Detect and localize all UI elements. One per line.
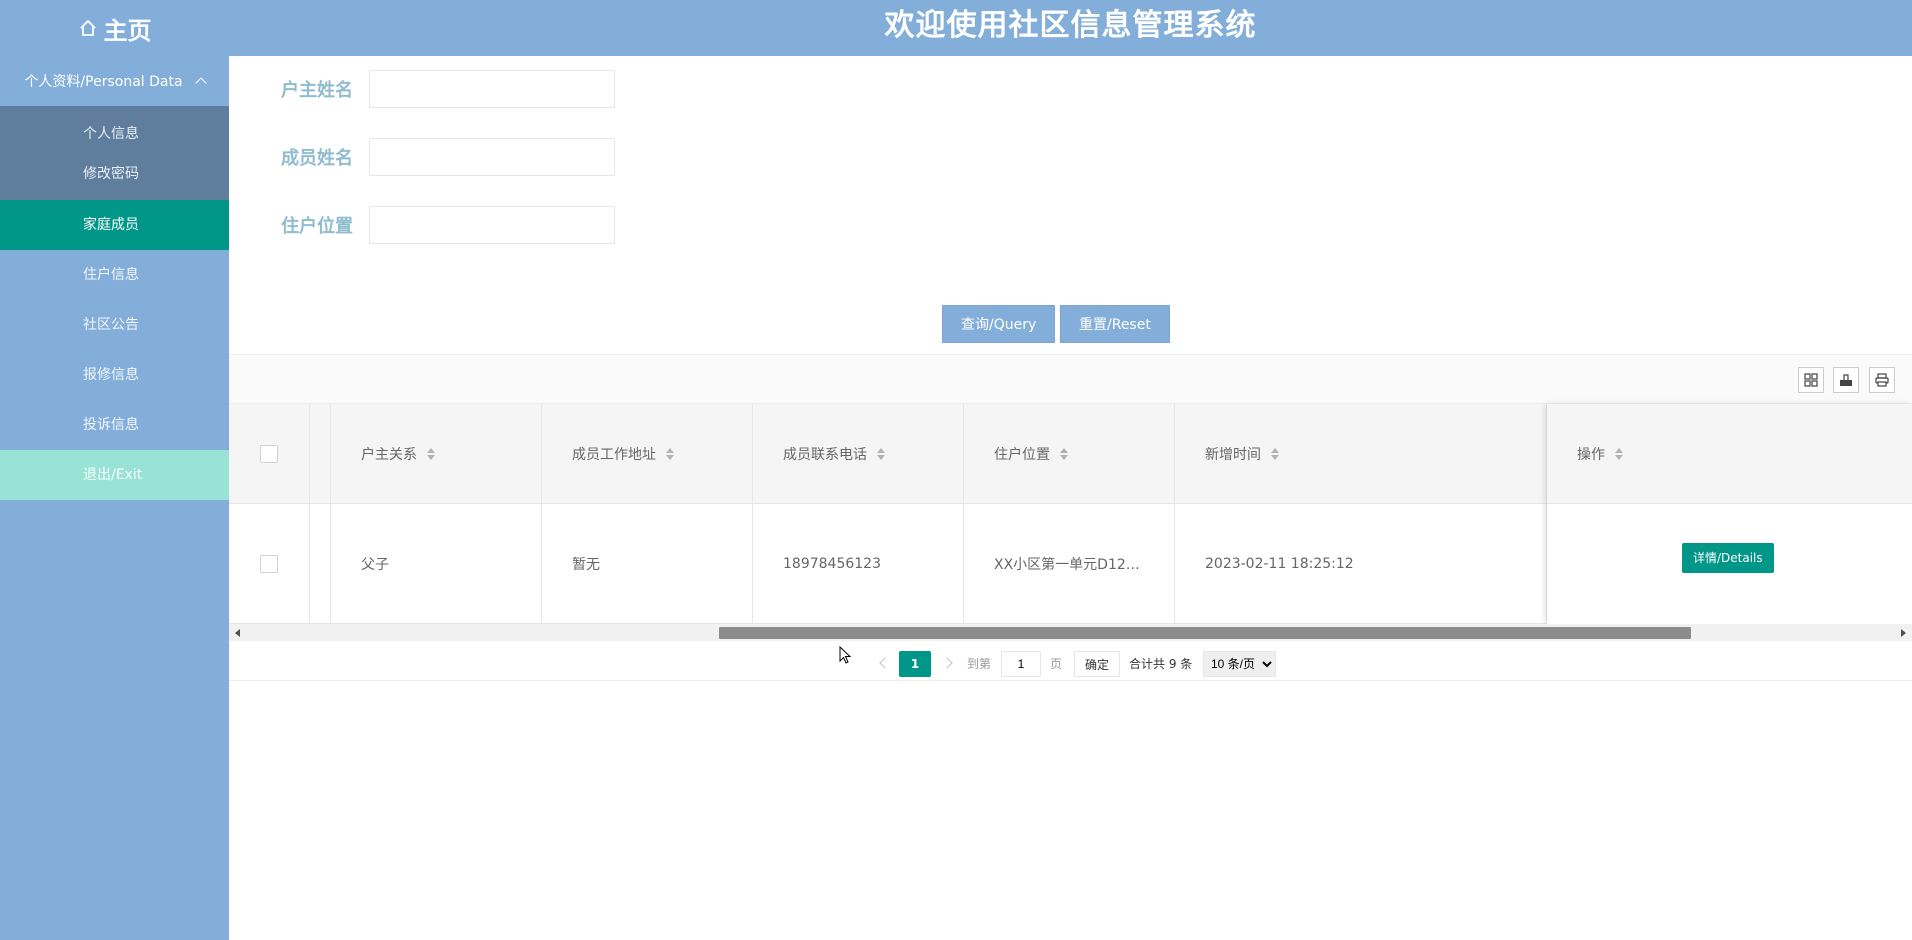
- sidebar-item-exit[interactable]: 退出/Exit: [0, 450, 229, 500]
- header-created[interactable]: 新增时间: [1175, 404, 1547, 503]
- member-name-label: 成员姓名: [281, 148, 353, 169]
- grid-icon: [1804, 373, 1818, 387]
- header-work-address[interactable]: 成员工作地址: [542, 404, 753, 503]
- header-checkbox-cell: [229, 404, 310, 503]
- sort-icon[interactable]: [1271, 447, 1279, 460]
- sidebar-subnav: 个人信息 修改密码: [0, 106, 229, 200]
- mouse-cursor-icon: [839, 646, 852, 664]
- sidebar-group-personal-data[interactable]: 个人资料/Personal Data: [0, 56, 229, 106]
- member-name-input[interactable]: [369, 138, 615, 176]
- search-row-owner-name: 户主姓名: [281, 70, 615, 108]
- header-action[interactable]: 操作: [1547, 404, 1912, 504]
- goto-confirm-button[interactable]: 确定: [1074, 651, 1121, 677]
- sidebar-item-complaints[interactable]: 投诉信息: [0, 400, 229, 450]
- total-count: 合计共 9 条: [1129, 657, 1193, 671]
- sort-icon[interactable]: [427, 447, 435, 460]
- header-phone[interactable]: 成员联系电话: [753, 404, 964, 503]
- row-checkbox[interactable]: [260, 554, 278, 573]
- page-1-button[interactable]: 1: [899, 651, 931, 677]
- scroll-right-icon[interactable]: [1901, 629, 1906, 637]
- sidebar-item-resident-info[interactable]: 住户信息: [0, 250, 229, 300]
- table-toolbar: [229, 354, 1912, 404]
- header-relation[interactable]: 户主关系: [331, 404, 542, 503]
- row-hidden-col: [310, 504, 331, 623]
- scroll-left-icon[interactable]: [235, 629, 240, 637]
- details-button[interactable]: 详情/Details: [1682, 543, 1774, 573]
- cell-relation: 父子: [331, 504, 542, 623]
- fixed-action-column: 操作 详情/Details: [1547, 404, 1912, 624]
- page-size-select[interactable]: 10 条/页: [1203, 651, 1276, 677]
- chevron-up-icon: [194, 77, 207, 89]
- header-action-label: 操作: [1577, 446, 1605, 463]
- sort-icon[interactable]: [877, 447, 885, 460]
- header-hidden-col: [310, 404, 331, 503]
- header-location-label: 住户位置: [994, 446, 1050, 463]
- pagination: 1 到第 页 确定 合计共 9 条 10 条/页: [229, 641, 1912, 681]
- header-phone-label: 成员联系电话: [783, 446, 867, 463]
- next-page-icon[interactable]: [941, 657, 953, 669]
- goto-suffix: 页: [1050, 657, 1063, 671]
- sidebar-item-repairs[interactable]: 报修信息: [0, 350, 229, 400]
- sort-icon[interactable]: [1615, 447, 1623, 460]
- print-icon: [1875, 373, 1889, 387]
- data-table: 户主关系 成员工作地址 成员联系电话 住户位置 新增时间 父子 暂无 18978…: [229, 404, 1912, 624]
- sidebar-item-announcements[interactable]: 社区公告: [0, 300, 229, 350]
- export-icon: [1840, 374, 1852, 386]
- home-label: 主页: [103, 16, 152, 45]
- owner-name-input[interactable]: [369, 70, 615, 108]
- goto-page-input[interactable]: [1001, 651, 1041, 677]
- columns-filter-button[interactable]: [1798, 367, 1824, 393]
- sidebar: 个人资料/Personal Data 个人信息 修改密码 家庭成员 住户信息 社…: [0, 56, 229, 940]
- search-row-location: 住户位置: [281, 206, 615, 244]
- sort-icon[interactable]: [1060, 447, 1068, 460]
- header-relation-label: 户主关系: [361, 446, 417, 463]
- horizontal-scrollbar[interactable]: [229, 624, 1912, 641]
- sidebar-item-change-password[interactable]: 修改密码: [0, 154, 229, 194]
- location-input[interactable]: [369, 206, 615, 244]
- sidebar-item-personal-info[interactable]: 个人信息: [0, 114, 229, 154]
- app-title: 欢迎使用社区信息管理系统: [884, 8, 1257, 43]
- prev-page-icon[interactable]: [879, 657, 891, 669]
- cell-phone: 18978456123: [753, 504, 964, 623]
- goto-prefix: 到第: [967, 657, 992, 671]
- select-all-checkbox[interactable]: [260, 444, 278, 463]
- home-link[interactable]: 主页: [0, 0, 229, 56]
- query-button[interactable]: 查询/Query: [942, 305, 1056, 343]
- header-work-address-label: 成员工作地址: [572, 446, 656, 463]
- location-label: 住户位置: [281, 216, 353, 237]
- header-bar: 主页 欢迎使用社区信息管理系统: [0, 0, 1912, 56]
- sidebar-group-label: 个人资料/Personal Data: [24, 74, 183, 90]
- owner-name-label: 户主姓名: [281, 80, 353, 101]
- cell-location: XX小区第一单元D12…: [964, 504, 1175, 623]
- cell-created: 2023-02-11 18:25:12: [1175, 504, 1547, 623]
- header-created-label: 新增时间: [1205, 446, 1261, 463]
- search-row-member-name: 成员姓名: [281, 138, 615, 176]
- reset-button[interactable]: 重置/Reset: [1060, 305, 1170, 343]
- home-icon: [79, 19, 96, 36]
- row-checkbox-cell: [229, 504, 310, 623]
- sidebar-item-family-members[interactable]: 家庭成员: [0, 200, 229, 250]
- sort-icon[interactable]: [666, 447, 674, 460]
- export-button[interactable]: [1833, 367, 1859, 393]
- print-button[interactable]: [1869, 367, 1895, 393]
- main-content: 户主姓名 成员姓名 住户位置 查询/Query 重置/Reset 户主关系 成员…: [229, 56, 1912, 940]
- scrollbar-thumb[interactable]: [719, 627, 1691, 639]
- header-location[interactable]: 住户位置: [964, 404, 1175, 503]
- cell-work-address: 暂无: [542, 504, 753, 623]
